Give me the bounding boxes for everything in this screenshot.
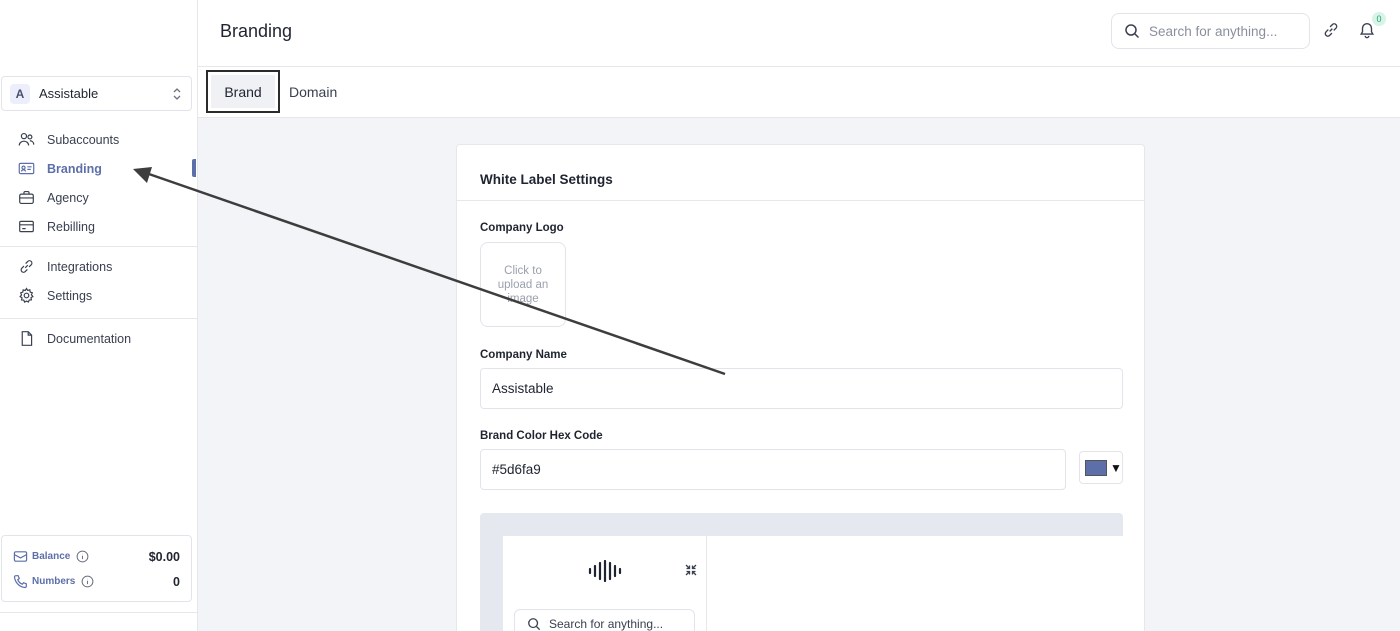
active-indicator [192, 159, 196, 177]
sidebar-item-label: Settings [47, 288, 93, 303]
sidebar: A Assistable Subaccounts Branding Agency… [0, 0, 198, 631]
top-header: Branding 0 [198, 0, 1400, 67]
balance-value: $0.00 [148, 549, 180, 564]
preview-search-text: Search for anything... [549, 617, 664, 631]
white-label-settings-card: White Label Settings Company Logo Click … [456, 144, 1145, 631]
sidebar-item-label: Documentation [47, 331, 132, 346]
info-icon[interactable] [81, 575, 94, 588]
card-title: White Label Settings [457, 145, 1144, 201]
sidebar-item-branding[interactable]: Branding [0, 154, 197, 183]
sidebar-item-agency[interactable]: Agency [0, 183, 197, 212]
preview-search: Search for anything... [514, 609, 695, 631]
nav-group-tools: Integrations Settings [0, 252, 197, 310]
balance-label: Balance [32, 551, 71, 562]
collapse-icon[interactable] [685, 564, 697, 576]
tab-brand[interactable]: Brand [206, 70, 280, 113]
dropdown-arrow-icon: ▼ [1110, 460, 1122, 475]
phone-icon [13, 575, 27, 589]
search-icon [1125, 24, 1140, 39]
numbers-row: Numbers 0 [13, 569, 180, 594]
sidebar-item-subaccounts[interactable]: Subaccounts [0, 125, 197, 154]
chevron-up-down-icon [173, 87, 181, 100]
sidebar-item-label: Rebilling [47, 219, 95, 234]
tab-bar: Brand Domain [198, 67, 1400, 118]
sidebar-divider [0, 612, 197, 613]
sidebar-item-documentation[interactable]: Documentation [0, 324, 197, 353]
search-input[interactable] [1149, 23, 1299, 39]
color-swatch [1085, 459, 1107, 476]
tab-domain[interactable]: Domain [289, 70, 337, 113]
wallet-icon [13, 551, 28, 562]
waveform-logo-icon [588, 560, 622, 582]
brand-color-input[interactable] [480, 449, 1066, 490]
company-logo-label: Company Logo [480, 222, 564, 234]
brand-color-label: Brand Color Hex Code [480, 430, 603, 442]
color-picker-button[interactable]: ▼ [1079, 451, 1123, 484]
id-card-icon [18, 162, 35, 175]
notification-badge: 0 [1372, 12, 1386, 26]
link-icon [20, 260, 33, 273]
link-icon[interactable] [1322, 21, 1340, 39]
brand-preview: Search for anything... [480, 513, 1123, 631]
preview-panel: Search for anything... [503, 536, 1123, 631]
nav-group-docs: Documentation [0, 324, 197, 353]
page-title: Branding [220, 21, 293, 41]
nav-group-main: Subaccounts Branding Agency Rebilling [0, 125, 197, 241]
balance-row: Balance $0.00 [13, 544, 180, 569]
preview-sidebar: Search for anything... [503, 536, 707, 631]
sidebar-divider [0, 246, 197, 247]
account-name: Assistable [39, 86, 99, 101]
briefcase-icon [19, 190, 34, 205]
numbers-label: Numbers [32, 576, 76, 587]
account-switcher[interactable]: A Assistable [1, 76, 192, 111]
balance-card: Balance $0.00 Numbers 0 [1, 535, 192, 602]
company-name-label: Company Name [480, 349, 567, 361]
search-icon [528, 618, 541, 631]
sidebar-item-label: Agency [47, 190, 89, 205]
users-icon [18, 132, 35, 146]
tab-label: Brand [211, 75, 275, 108]
sidebar-divider [0, 318, 197, 319]
sidebar-item-label: Integrations [47, 259, 113, 274]
sidebar-item-label: Branding [47, 161, 102, 176]
gear-icon [19, 287, 34, 303]
logo-upload-dropzone[interactable]: Click to upload an image [480, 242, 566, 327]
sidebar-item-settings[interactable]: Settings [0, 281, 197, 310]
sidebar-item-label: Subaccounts [47, 132, 120, 147]
global-search[interactable] [1111, 13, 1310, 49]
account-avatar: A [10, 83, 30, 104]
company-name-input[interactable] [480, 368, 1123, 409]
document-icon [21, 331, 33, 346]
credit-card-icon [19, 220, 34, 233]
numbers-value: 0 [173, 574, 180, 589]
info-icon[interactable] [76, 550, 89, 563]
sidebar-item-rebilling[interactable]: Rebilling [0, 212, 197, 241]
sidebar-item-integrations[interactable]: Integrations [0, 252, 197, 281]
